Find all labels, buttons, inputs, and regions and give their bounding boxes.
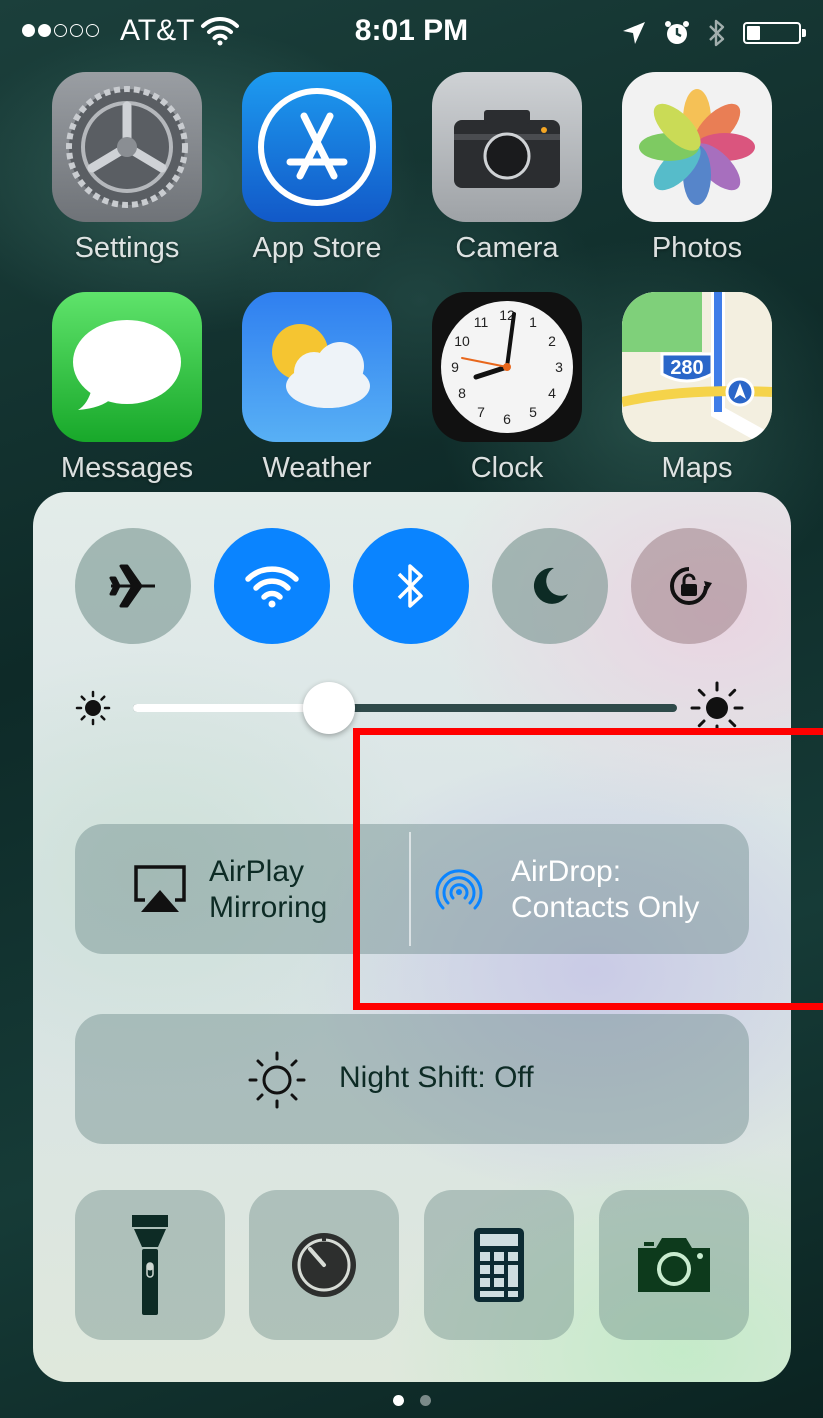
brightness-slider-thumb[interactable] [302,682,355,734]
weather-icon [242,292,392,442]
bluetooth-toggle[interactable] [353,528,469,644]
app-label: Messages [60,452,194,484]
calculator-icon [474,1228,524,1302]
clock-number: 3 [555,359,563,375]
clock-number: 6 [503,411,511,427]
wifi-icon [245,566,299,608]
app-label: Weather [262,452,372,484]
clock-number: 4 [548,385,556,401]
settings-icon [52,72,202,222]
clock-number: 1 [529,314,537,330]
flashlight-icon [132,1215,168,1315]
timer-icon [292,1233,356,1297]
annotation-highlight-box [353,728,823,1010]
page-indicator [0,1395,823,1406]
battery-icon [743,22,806,44]
app-clock[interactable]: 12 1 2 3 4 5 6 7 8 9 10 11 Clock [432,292,582,485]
app-label: Photos [651,232,743,264]
status-bar: AT&T 8:01 PM [0,0,823,70]
app-label: Maps [661,452,733,484]
airplane-icon [109,564,155,608]
airplay-label-line2: Mirroring [209,891,328,924]
app-camera[interactable]: Camera [432,72,582,265]
night-shift-button[interactable]: Night Shift: Off [75,1014,749,1144]
brightness-low-icon [75,690,111,726]
app-maps[interactable]: 280 Maps [622,292,772,485]
do-not-disturb-toggle[interactable] [492,528,608,644]
rotation-lock-toggle[interactable] [631,528,747,644]
messages-icon [52,292,202,442]
maps-icon: 280 [622,292,772,442]
app-store-icon [242,72,392,222]
app-messages[interactable]: Messages [52,292,202,485]
moon-icon [533,567,568,604]
airplay-icon [134,865,186,912]
app-photos[interactable]: Photos [622,72,772,265]
clock-number: 5 [529,404,537,420]
clock-number: 11 [474,314,489,330]
page-dot [419,1395,431,1406]
clock-number: 2 [548,333,556,349]
location-arrow-icon [623,22,645,44]
flashlight-button[interactable] [75,1190,225,1340]
timer-button[interactable] [249,1190,399,1340]
clock-number: 10 [454,333,470,349]
bluetooth-icon [397,564,423,608]
maps-shield-label: 280 [670,357,703,379]
bluetooth-status-icon [709,19,725,47]
app-label: Clock [470,452,544,484]
camera-shortcut-button[interactable] [599,1190,749,1340]
clock-number: 8 [458,385,466,401]
night-shift-icon [248,1051,306,1109]
app-weather[interactable]: Weather [242,292,392,485]
app-app-store[interactable]: App Store [242,72,392,265]
camera-icon [432,72,582,222]
clock-number: 9 [451,359,459,375]
photos-icon [622,72,772,222]
wifi-toggle[interactable] [214,528,330,644]
alarm-icon [665,21,689,44]
camera-shortcut-icon [638,1238,710,1292]
app-label: App Store [252,232,382,264]
airplane-mode-toggle[interactable] [75,528,191,644]
page-dot [392,1395,404,1406]
app-label: Settings [74,232,180,264]
clock-icon: 12 1 2 3 4 5 6 7 8 9 10 11 [432,292,582,442]
app-settings[interactable]: Settings [52,72,202,265]
airplay-label-line1: AirPlay [209,855,305,888]
rotation-lock-icon [670,567,712,605]
clock-number: 7 [477,404,485,420]
night-shift-label: Night Shift: Off [339,1061,534,1094]
app-label: Camera [455,232,559,264]
brightness-fill [133,704,329,712]
calculator-button[interactable] [424,1190,574,1340]
